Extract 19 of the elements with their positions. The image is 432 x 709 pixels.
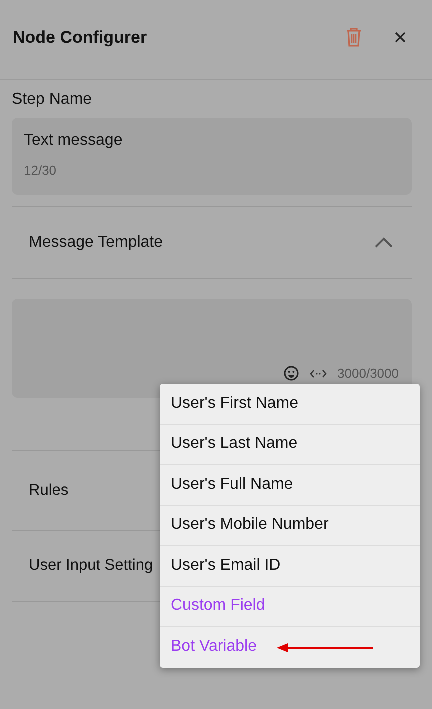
menu-item[interactable]: User's Email ID bbox=[160, 546, 420, 586]
section-header[interactable]: Message Template bbox=[29, 234, 374, 252]
close-icon[interactable] bbox=[394, 32, 406, 42]
code-icon[interactable] bbox=[310, 369, 327, 379]
menu-item[interactable]: User's Mobile Number bbox=[160, 506, 420, 546]
character-counter: 12/30 bbox=[24, 163, 57, 178]
section-header[interactable]: User Input Setting bbox=[29, 557, 154, 575]
menu-item[interactable]: User's Last Name bbox=[160, 424, 420, 465]
section-header[interactable]: Rules bbox=[29, 482, 69, 500]
chevron-up-icon[interactable] bbox=[374, 236, 394, 248]
emoji-icon[interactable] bbox=[284, 366, 299, 381]
step-name-field[interactable]: Text message 12/30 bbox=[12, 118, 412, 195]
field-label: Step Name bbox=[12, 91, 92, 109]
panel-title: Node Configurer bbox=[13, 28, 148, 48]
menu-item[interactable]: User's First Name bbox=[160, 384, 420, 424]
menu-item[interactable]: Custom Field bbox=[160, 586, 420, 627]
character-counter: 3000/3000 bbox=[338, 366, 399, 381]
menu-item[interactable]: Bot Variable bbox=[160, 627, 420, 668]
menu-item[interactable]: User's Full Name bbox=[160, 465, 420, 506]
